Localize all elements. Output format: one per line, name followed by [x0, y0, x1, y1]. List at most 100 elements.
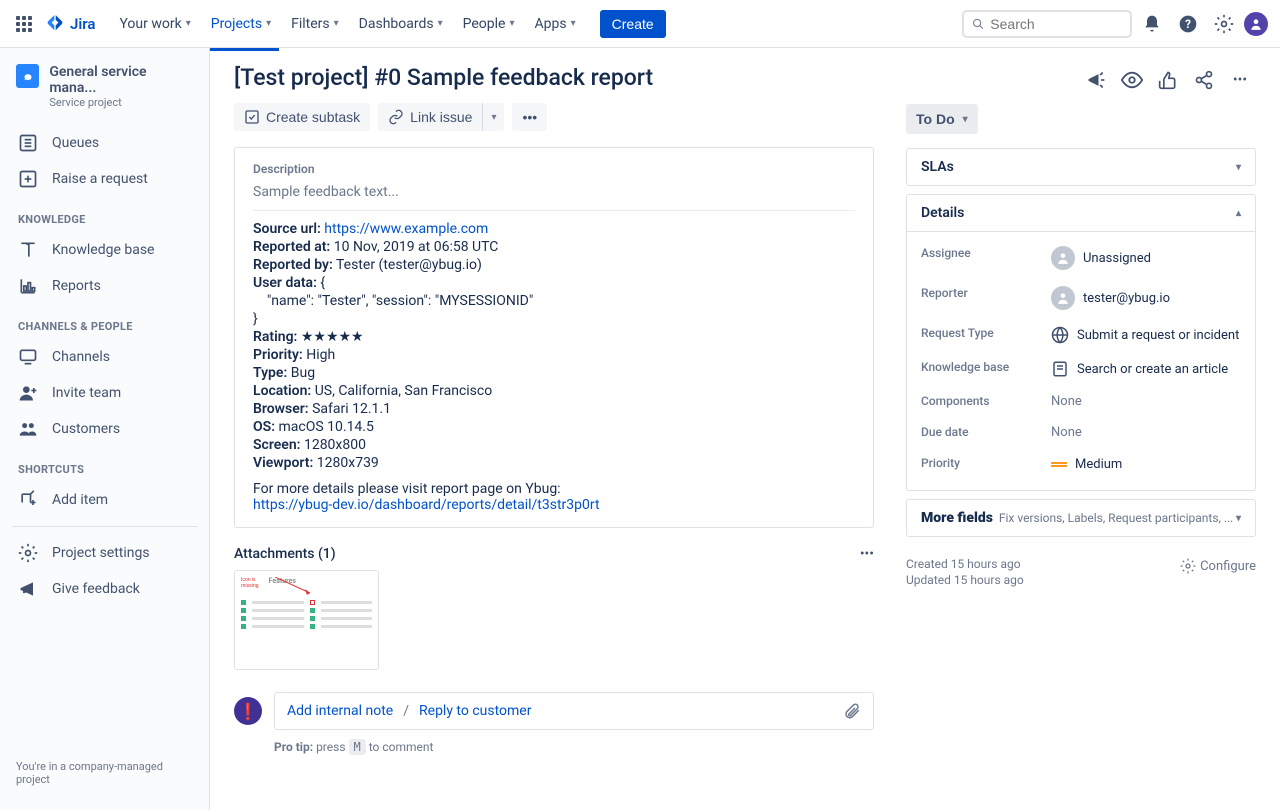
nav-your-work[interactable]: Your work▾ [111, 10, 198, 38]
feedback-icon[interactable] [1080, 64, 1112, 96]
description-heading: Description [253, 162, 855, 176]
add-internal-note-link[interactable]: Add internal note [287, 703, 393, 719]
more-fields-panel[interactable]: More fieldsFix versions, Labels, Request… [906, 499, 1256, 537]
issue-title: [Test project] #0 Sample feedback report [234, 64, 874, 91]
protip: Pro tip: press M to comment [274, 740, 874, 754]
globe-icon [1051, 326, 1069, 344]
nav-dashboards[interactable]: Dashboards▾ [351, 10, 451, 38]
comment-box[interactable]: Add internal note / Reply to customer [274, 692, 874, 730]
updated-timestamp: Updated 15 hours ago [906, 573, 1024, 587]
report-link[interactable]: https://ybug-dev.io/dashboard/reports/de… [253, 497, 600, 513]
description-intro: Sample feedback text... [253, 184, 855, 211]
chevron-down-icon: ▾ [491, 112, 496, 123]
priority-medium-icon [1051, 456, 1067, 472]
monitor-icon [18, 347, 38, 367]
book-icon [18, 240, 38, 260]
create-subtask-button[interactable]: Create subtask [234, 103, 370, 131]
gear-icon [18, 543, 38, 563]
create-button[interactable]: Create [600, 10, 666, 38]
status-button[interactable]: To Do▾ [906, 104, 978, 134]
vote-icon[interactable] [1152, 64, 1184, 96]
attach-icon[interactable] [843, 702, 861, 720]
comment-avatar: ❗ [234, 697, 262, 725]
queues-icon [18, 133, 38, 153]
gear-icon [1180, 558, 1196, 574]
details-header[interactable]: Details▴ [907, 195, 1255, 232]
sidebar-item-raise[interactable]: Raise a request [8, 161, 201, 197]
avatar-icon [1051, 246, 1075, 270]
sidebar-item-kb[interactable]: Knowledge base [8, 232, 201, 268]
components-field[interactable]: None [1051, 394, 1082, 409]
raise-icon [18, 169, 38, 189]
sidebar-item-reports[interactable]: Reports [8, 268, 201, 304]
share-icon[interactable] [1188, 64, 1220, 96]
priority-field[interactable]: Medium [1051, 456, 1122, 472]
due-date-field[interactable]: None [1051, 425, 1082, 440]
avatar-icon [1051, 286, 1075, 310]
megaphone-icon [18, 579, 38, 599]
section-channels: CHANNELS & PEOPLE [8, 304, 201, 339]
nav-apps[interactable]: Apps▾ [527, 10, 584, 38]
link-issue-button[interactable]: Link issue [378, 103, 482, 131]
sidebar-item-invite[interactable]: Invite team [8, 375, 201, 411]
reply-customer-link[interactable]: Reply to customer [419, 703, 531, 719]
attachments-more-button[interactable]: ••• [860, 546, 874, 562]
source-url-link[interactable]: https://www.example.com [324, 221, 488, 237]
search-icon [972, 17, 984, 31]
search-box[interactable] [962, 10, 1132, 38]
link-icon [388, 109, 404, 125]
nav-people[interactable]: People▾ [455, 10, 523, 38]
details-panel: Details▴ AssigneeUnassigned Reportertest… [906, 194, 1256, 491]
sidebar-item-feedback[interactable]: Give feedback [8, 571, 201, 607]
app-switcher-icon[interactable] [12, 12, 36, 36]
primary-nav: Your work▾ Projects▾ Filters▾ Dashboards… [111, 10, 583, 38]
addlink-icon [18, 490, 38, 510]
dots-icon: ••• [522, 109, 537, 125]
profile-avatar[interactable] [1244, 12, 1268, 36]
assignee-field[interactable]: Unassigned [1051, 246, 1151, 270]
created-timestamp: Created 15 hours ago [906, 557, 1024, 571]
configure-link[interactable]: Configure [1180, 558, 1256, 574]
project-sidebar: General service mana... Service project … [0, 48, 210, 810]
kb-field[interactable]: Search or create an article [1051, 360, 1228, 378]
sidebar-item-customers[interactable]: Customers [8, 411, 201, 447]
attachments-title: Attachments (1) [234, 546, 336, 562]
sidebar-item-channels[interactable]: Channels [8, 339, 201, 375]
sidebar-item-queues[interactable]: Queues [8, 125, 201, 161]
project-type: Service project [49, 96, 193, 109]
link-issue-dropdown[interactable]: ▾ [482, 103, 504, 131]
sidebar-footer: You're in a company-managed project [8, 752, 201, 794]
more-actions-button[interactable]: ••• [512, 103, 547, 131]
svg-text:?: ? [1185, 17, 1191, 31]
reporter-field[interactable]: tester@ybug.io [1051, 286, 1170, 310]
project-name: General service mana... [49, 64, 193, 96]
chart-icon [18, 276, 38, 296]
slas-panel[interactable]: SLAs▾ [906, 148, 1256, 186]
logo-text: Jira [70, 15, 95, 33]
issue-toolbar: Create subtask Link issue ▾ ••• [234, 103, 874, 131]
article-icon [1051, 360, 1069, 378]
group-icon [18, 419, 38, 439]
global-header: Jira Your work▾ Projects▾ Filters▾ Dashb… [0, 0, 1280, 48]
nav-filters[interactable]: Filters▾ [283, 10, 347, 38]
settings-icon[interactable] [1208, 8, 1240, 40]
section-knowledge: KNOWLEDGE [8, 197, 201, 232]
watch-icon[interactable] [1116, 64, 1148, 96]
description-panel: Description Sample feedback text... Sour… [234, 147, 874, 528]
attachment-thumbnail[interactable]: Icon ismissing Features [234, 570, 379, 670]
sidebar-item-settings[interactable]: Project settings [8, 535, 201, 571]
search-input[interactable] [990, 16, 1122, 32]
chevron-down-icon: ▾ [963, 114, 968, 125]
help-icon[interactable]: ? [1172, 8, 1204, 40]
nav-projects[interactable]: Projects▾ [203, 10, 279, 38]
jira-logo[interactable]: Jira [44, 13, 95, 35]
project-header[interactable]: General service mana... Service project [8, 64, 201, 125]
adduser-icon [18, 383, 38, 403]
actions-menu-icon[interactable]: ••• [1224, 64, 1256, 96]
subtask-icon [244, 109, 260, 125]
notifications-icon[interactable] [1136, 8, 1168, 40]
project-icon [16, 64, 39, 88]
section-shortcuts: SHORTCUTS [8, 447, 201, 482]
request-type-field[interactable]: Submit a request or incident [1051, 326, 1239, 344]
sidebar-item-additem[interactable]: Add item [8, 482, 201, 518]
